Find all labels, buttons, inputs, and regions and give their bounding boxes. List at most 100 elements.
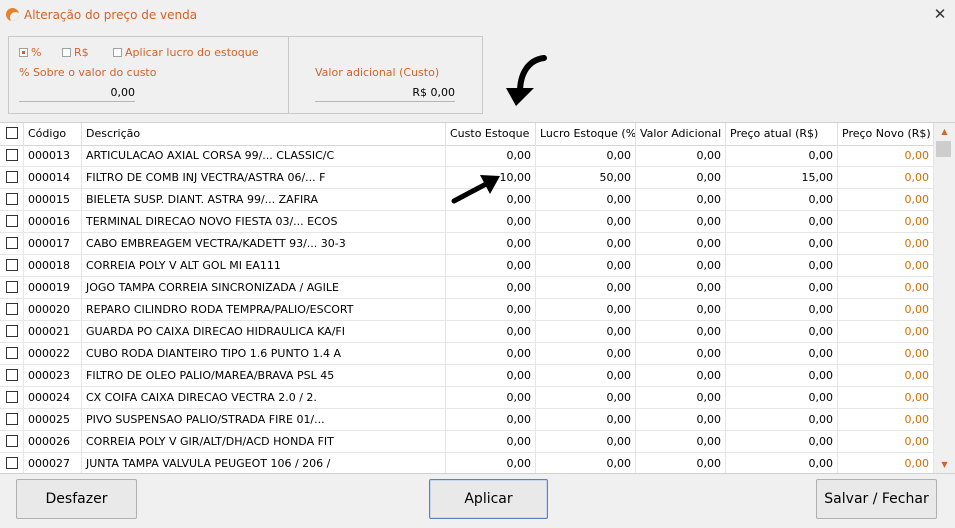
preco-novo-cell[interactable]: 0,00 <box>838 299 934 320</box>
row-checkbox[interactable] <box>6 347 18 359</box>
lucro-estoque-cell[interactable]: 0,00 <box>536 387 636 408</box>
descricao-cell[interactable]: CABO EMBREAGEM VECTRA/KADETT 93/... 30-3 <box>82 233 446 254</box>
row-checkbox[interactable] <box>6 435 18 447</box>
table-row[interactable]: 000022 CUBO RODA DIANTEIRO TIPO 1.6 PUNTO… <box>0 343 934 365</box>
descricao-cell[interactable]: GUARDA PO CAIXA DIRECAO HIDRAULICA KA/FI <box>82 321 446 342</box>
descricao-cell[interactable]: CX COIFA CAIXA DIRECAO VECTRA 2.0 / 2. <box>82 387 446 408</box>
codigo-cell[interactable]: 000023 <box>24 365 82 386</box>
descricao-cell[interactable]: PIVO SUSPENSAO PALIO/STRADA FIRE 01/... <box>82 409 446 430</box>
header-lucro-estoque[interactable]: Lucro Estoque (%) <box>536 123 636 145</box>
lucro-estoque-radio[interactable] <box>113 47 122 57</box>
preco-atual-cell[interactable]: 0,00 <box>726 343 838 364</box>
row-checkbox[interactable] <box>6 413 18 425</box>
vertical-scrollbar[interactable]: ▲ ▼ <box>934 123 955 473</box>
table-row[interactable]: 000013 ARTICULACAO AXIAL CORSA 99/... CLA… <box>0 145 934 167</box>
preco-atual-cell[interactable]: 0,00 <box>726 277 838 298</box>
valor-adicional-cell[interactable]: 0,00 <box>636 453 726 473</box>
scroll-down-icon[interactable]: ▼ <box>934 456 955 473</box>
valor-adicional-cell[interactable]: 0,00 <box>636 167 726 188</box>
preco-novo-cell[interactable]: 0,00 <box>838 145 934 166</box>
header-preco-novo[interactable]: Preço Novo (R$) <box>838 123 934 145</box>
percent-radio[interactable] <box>19 47 28 57</box>
preco-atual-cell[interactable]: 0,00 <box>726 255 838 276</box>
row-checkbox[interactable] <box>6 303 18 315</box>
custo-estoque-cell[interactable]: 0,00 <box>446 145 536 166</box>
valor-adicional-field[interactable]: R$ 0,00 <box>315 85 455 102</box>
lucro-estoque-cell[interactable]: 0,00 <box>536 145 636 166</box>
descricao-cell[interactable]: ARTICULACAO AXIAL CORSA 99/... CLASSIC/C <box>82 145 446 166</box>
valor-adicional-cell[interactable]: 0,00 <box>636 255 726 276</box>
descricao-cell[interactable]: CUBO RODA DIANTEIRO TIPO 1.6 PUNTO 1.4 A <box>82 343 446 364</box>
table-row[interactable]: 000020 REPARO CILINDRO RODA TEMPRA/PALIO/… <box>0 299 934 321</box>
lucro-estoque-cell[interactable]: 0,00 <box>536 431 636 452</box>
codigo-cell[interactable]: 000024 <box>24 387 82 408</box>
table-row[interactable]: 000025 PIVO SUSPENSAO PALIO/STRADA FIRE 0… <box>0 409 934 431</box>
custo-estoque-cell[interactable]: 0,00 <box>446 453 536 473</box>
header-valor-adicional[interactable]: Valor Adicional <box>636 123 726 145</box>
descricao-cell[interactable]: FILTRO DE COMB INJ VECTRA/ASTRA 06/... F <box>82 167 446 188</box>
header-preco-atual[interactable]: Preço atual (R$) <box>726 123 838 145</box>
preco-atual-cell[interactable]: 0,00 <box>726 431 838 452</box>
codigo-cell[interactable]: 000026 <box>24 431 82 452</box>
descricao-cell[interactable]: CORREIA POLY V ALT GOL MI EA111 <box>82 255 446 276</box>
preco-novo-cell[interactable]: 0,00 <box>838 343 934 364</box>
header-codigo[interactable]: Código <box>24 123 82 145</box>
valor-adicional-cell[interactable]: 0,00 <box>636 365 726 386</box>
preco-atual-cell[interactable]: 0,00 <box>726 189 838 210</box>
row-checkbox[interactable] <box>6 281 18 293</box>
preco-novo-cell[interactable]: 0,00 <box>838 211 934 232</box>
row-checkbox[interactable] <box>6 259 18 271</box>
scroll-up-icon[interactable]: ▲ <box>934 123 955 140</box>
preco-atual-cell[interactable]: 0,00 <box>726 299 838 320</box>
preco-novo-cell[interactable]: 0,00 <box>838 321 934 342</box>
option-real[interactable]: R$ <box>62 45 89 59</box>
lucro-estoque-cell[interactable]: 0,00 <box>536 299 636 320</box>
table-row[interactable]: 000018 CORREIA POLY V ALT GOL MI EA111 0,0… <box>0 255 934 277</box>
close-icon[interactable]: ✕ <box>931 5 949 23</box>
lucro-estoque-cell[interactable]: 0,00 <box>536 321 636 342</box>
codigo-cell[interactable]: 000019 <box>24 277 82 298</box>
row-checkbox[interactable] <box>6 369 18 381</box>
codigo-cell[interactable]: 000018 <box>24 255 82 276</box>
option-lucro-estoque[interactable]: Aplicar lucro do estoque <box>113 45 258 59</box>
sobre-custo-field[interactable]: 0,00 <box>19 85 135 102</box>
lucro-estoque-cell[interactable]: 0,00 <box>536 255 636 276</box>
preco-atual-cell[interactable]: 0,00 <box>726 409 838 430</box>
valor-adicional-cell[interactable]: 0,00 <box>636 277 726 298</box>
preco-atual-cell[interactable]: 0,00 <box>726 233 838 254</box>
codigo-cell[interactable]: 000020 <box>24 299 82 320</box>
table-row[interactable]: 000024 CX COIFA CAIXA DIRECAO VECTRA 2.0 … <box>0 387 934 409</box>
custo-estoque-cell[interactable]: 0,00 <box>446 299 536 320</box>
preco-novo-cell[interactable]: 0,00 <box>838 409 934 430</box>
preco-novo-cell[interactable]: 0,00 <box>838 365 934 386</box>
custo-estoque-cell[interactable]: 0,00 <box>446 409 536 430</box>
lucro-estoque-cell[interactable]: 0,00 <box>536 277 636 298</box>
row-checkbox[interactable] <box>6 457 18 469</box>
custo-estoque-cell[interactable]: 0,00 <box>446 233 536 254</box>
aplicar-button[interactable]: Aplicar <box>429 479 548 519</box>
table-row[interactable]: 000017 CABO EMBREAGEM VECTRA/KADETT 93/..… <box>0 233 934 255</box>
lucro-estoque-cell[interactable]: 0,00 <box>536 409 636 430</box>
row-checkbox[interactable] <box>6 325 18 337</box>
table-row[interactable]: 000021 GUARDA PO CAIXA DIRECAO HIDRAULICA… <box>0 321 934 343</box>
valor-adicional-cell[interactable]: 0,00 <box>636 233 726 254</box>
lucro-estoque-cell[interactable]: 0,00 <box>536 189 636 210</box>
table-row[interactable]: 000026 CORREIA POLY V GIR/ALT/DH/ACD HOND… <box>0 431 934 453</box>
custo-estoque-cell[interactable]: 0,00 <box>446 211 536 232</box>
descricao-cell[interactable]: TERMINAL DIRECAO NOVO FIESTA 03/... ECOS <box>82 211 446 232</box>
lucro-estoque-cell[interactable]: 0,00 <box>536 343 636 364</box>
descricao-cell[interactable]: JUNTA TAMPA VALVULA PEUGEOT 106 / 206 / <box>82 453 446 473</box>
valor-adicional-cell[interactable]: 0,00 <box>636 409 726 430</box>
codigo-cell[interactable]: 000013 <box>24 145 82 166</box>
valor-adicional-cell[interactable]: 0,00 <box>636 145 726 166</box>
descricao-cell[interactable]: FILTRO DE OLEO PALIO/MAREA/BRAVA PSL 45 <box>82 365 446 386</box>
row-checkbox[interactable] <box>6 237 18 249</box>
lucro-estoque-cell[interactable]: 0,00 <box>536 211 636 232</box>
custo-estoque-cell[interactable]: 0,00 <box>446 365 536 386</box>
codigo-cell[interactable]: 000015 <box>24 189 82 210</box>
preco-novo-cell[interactable]: 0,00 <box>838 233 934 254</box>
codigo-cell[interactable]: 000021 <box>24 321 82 342</box>
salvar-fechar-button[interactable]: Salvar / Fechar <box>816 479 937 519</box>
lucro-estoque-cell[interactable]: 0,00 <box>536 233 636 254</box>
descricao-cell[interactable]: REPARO CILINDRO RODA TEMPRA/PALIO/ESCORT <box>82 299 446 320</box>
